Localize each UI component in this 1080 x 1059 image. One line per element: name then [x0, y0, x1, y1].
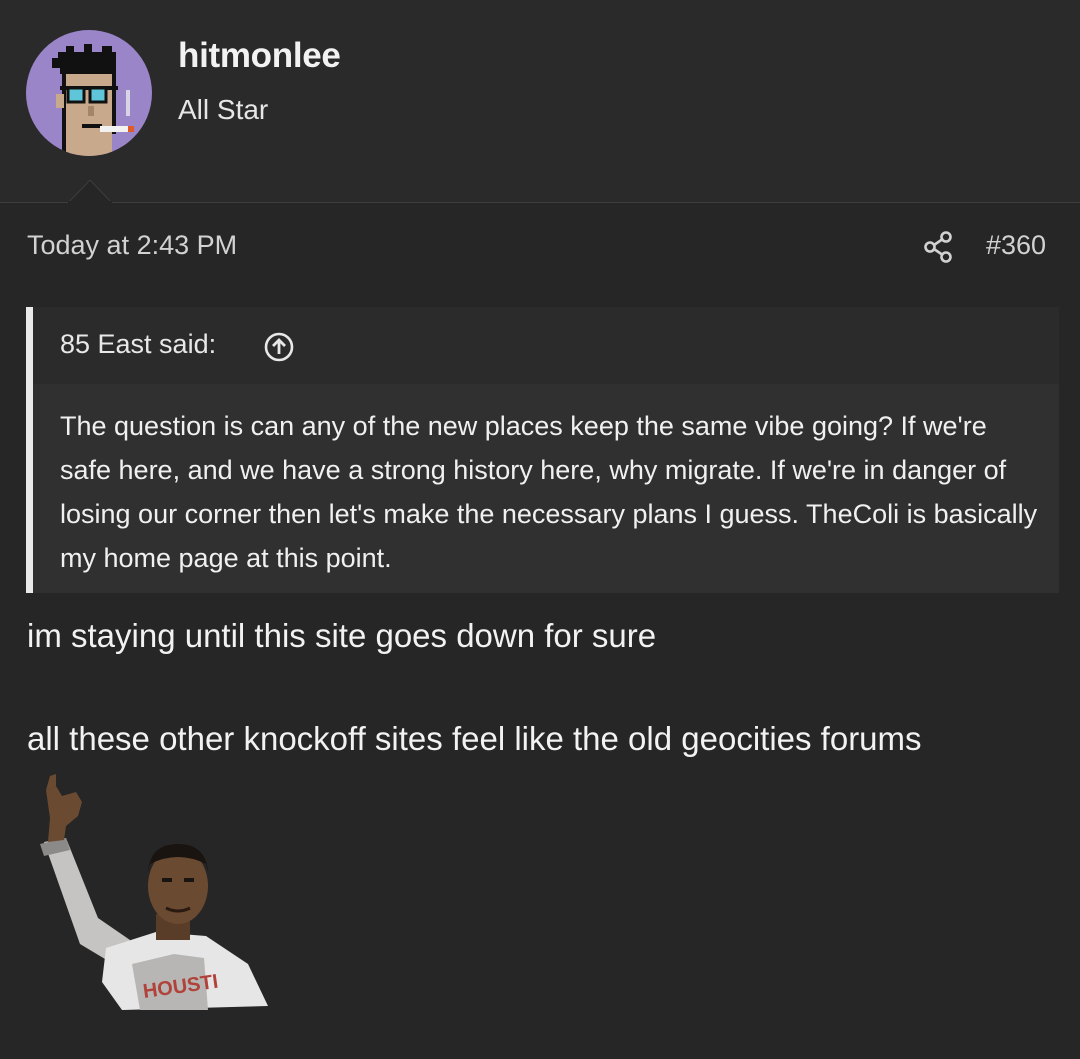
user-avatar[interactable]: [26, 30, 152, 156]
message-text-line: all these other knockoff sites feel like…: [27, 720, 922, 757]
message-arrow: [68, 180, 112, 203]
username[interactable]: hitmonlee: [178, 36, 341, 76]
quote-body: The question is can any of the new place…: [33, 384, 1059, 593]
user-title: All Star: [178, 94, 269, 125]
thumbs-up-man-image: HOUSTI: [40, 774, 268, 1010]
arrow-up-circle-icon[interactable]: [263, 331, 295, 363]
post-number[interactable]: #360: [986, 230, 1046, 261]
quote-block: 85 East said: The question is can any of…: [26, 307, 1059, 593]
quote-attribution[interactable]: 85 East said:: [60, 329, 216, 360]
pixel-punk-avatar-icon: [52, 44, 134, 156]
message-text-line: im staying until this site goes down for…: [27, 617, 657, 654]
quote-text: The question is can any of the new place…: [60, 411, 1038, 573]
user-header: hitmonlee All Star: [0, 0, 1080, 203]
share-icon[interactable]: [923, 231, 953, 263]
post-date[interactable]: Today at 2:43 PM: [27, 230, 237, 261]
